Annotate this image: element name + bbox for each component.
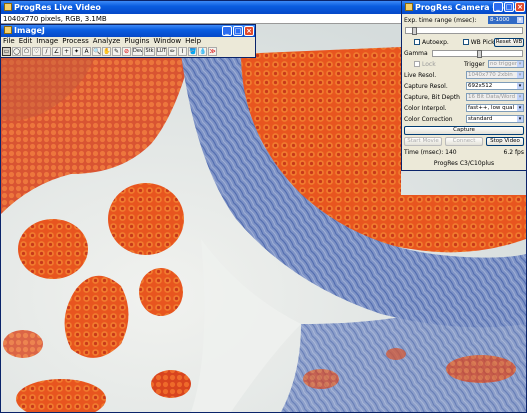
dropdown-arrow-icon: ▾ xyxy=(517,17,523,23)
dev-tool-button[interactable]: Dev xyxy=(132,47,143,56)
color-interpol-row: Color Interpol. fast++, low qual ▾ xyxy=(404,104,524,113)
stop-video-button[interactable]: Stop Video xyxy=(486,137,524,146)
exposure-range-row: Exp. time range (msec): 8-1000 ▾ xyxy=(404,16,524,25)
gamma-label: Gamma xyxy=(404,50,428,57)
imagej-window-controls: _ □ × xyxy=(222,26,254,36)
trigger-row: Lock Trigger no trigger ▾ xyxy=(404,60,524,69)
live-resol-select[interactable]: 1040x770 2xbin ▾ xyxy=(466,71,524,79)
live-resol-label: Live Resol. xyxy=(404,72,437,79)
camera-model-row: ProgRes C3/C10plus xyxy=(404,159,524,168)
pencil-tool-button[interactable]: ✏ xyxy=(168,47,177,56)
capture-button[interactable]: Capture xyxy=(404,126,524,135)
lut-tool-button[interactable]: LUT xyxy=(156,47,167,56)
close-button[interactable]: × xyxy=(244,26,254,36)
autoexp-label: Autoexp. xyxy=(422,39,449,46)
camera-close-button[interactable]: × xyxy=(515,2,525,12)
exposure-slider-thumb[interactable] xyxy=(412,27,417,35)
imagej-titlebar[interactable]: ImageJ xyxy=(1,25,255,37)
menu-edit[interactable]: Edit xyxy=(19,37,33,46)
menu-file[interactable]: File xyxy=(3,37,15,46)
camera-app-icon xyxy=(405,3,413,11)
imagej-window: ImageJ _ □ × File Edit Image Process Ana… xyxy=(0,24,256,58)
dropdown-arrow-icon: ▾ xyxy=(517,94,523,100)
color-correction-row: Color Correction standard ▾ xyxy=(404,115,524,124)
stk-tool-button[interactable]: Stk xyxy=(144,47,155,56)
autoexp-checkbox[interactable] xyxy=(414,39,420,45)
freehand-tool-button[interactable]: ♡ xyxy=(32,47,41,56)
dropper-tool-button[interactable]: 💧 xyxy=(198,47,207,56)
exposure-slider[interactable] xyxy=(405,27,523,35)
exposure-range-label: Exp. time range (msec): xyxy=(404,17,477,24)
imagej-title: ImageJ xyxy=(14,26,45,35)
camera-minimize-button[interactable]: _ xyxy=(493,2,503,12)
imagej-toolbar: ▭ ◯ ⬠ ♡ ∕ ∠ + ✦ A 🔍 ✋ ✎ ⊘ Dev Stk LUT ✏ ⌇ 🪣 💧 ≫ xyxy=(1,46,255,57)
time-readout: Time (msec): 140 xyxy=(404,149,457,156)
wb-pick-label: WB Pick xyxy=(470,39,495,46)
text-tool-button[interactable]: A xyxy=(82,47,91,56)
bit-depth-label: Capture, Bit Depth xyxy=(404,94,460,101)
exposure-range-select[interactable]: 8-1000 ▾ xyxy=(488,16,524,24)
fps-readout: 6.2 fps xyxy=(503,149,525,156)
color-correction-select[interactable]: standard ▾ xyxy=(466,115,524,123)
live-resol-row: Live Resol. 1040x770 2xbin ▾ xyxy=(404,71,524,80)
straight-line-tool-button[interactable]: ∕ xyxy=(42,47,51,56)
white-balance-row: Autoexp. WB Pick Reset WB xyxy=(404,38,524,47)
color-picker-tool-button[interactable]: ✎ xyxy=(112,47,121,56)
wand-tool-button[interactable]: ✦ xyxy=(72,47,81,56)
stop-tool-button[interactable]: ⊘ xyxy=(122,47,131,56)
flood-fill-tool-button[interactable]: 🪣 xyxy=(188,47,197,56)
capture-resol-row: Capture Resol. 692x512 ▾ xyxy=(404,82,524,91)
lock-label: Lock xyxy=(422,61,436,68)
capture-resol-select[interactable]: 692x512 ▾ xyxy=(466,82,524,90)
bit-depth-row: Capture, Bit Depth 16 Bit Data/Word ▾ xyxy=(404,93,524,102)
app-icon xyxy=(4,3,12,11)
menu-analyze[interactable]: Analyze xyxy=(93,37,121,46)
menu-process[interactable]: Process xyxy=(62,37,89,46)
color-correction-label: Color Correction xyxy=(404,116,453,123)
magnifying-glass-tool-button[interactable]: 🔍 xyxy=(92,47,101,56)
scrolling-tool-button[interactable]: ✋ xyxy=(102,47,111,56)
imagej-app-icon xyxy=(4,26,12,34)
imagej-menubar: File Edit Image Process Analyze Plugins … xyxy=(1,37,255,46)
camera-control-window: ProgRes Camera Con... _ □ × Exp. time ra… xyxy=(401,0,527,171)
polygon-tool-button[interactable]: ⬠ xyxy=(22,47,31,56)
status-row: Time (msec): 140 6.2 fps xyxy=(404,148,524,157)
angle-tool-button[interactable]: ∠ xyxy=(52,47,61,56)
oval-tool-button[interactable]: ◯ xyxy=(12,47,21,56)
menu-image[interactable]: Image xyxy=(36,37,58,46)
capture-resol-label: Capture Resol. xyxy=(404,83,448,90)
brush-tool-button[interactable]: ⌇ xyxy=(178,47,187,56)
dropdown-arrow-icon: ▾ xyxy=(517,105,523,111)
wb-pick-checkbox[interactable] xyxy=(462,39,469,45)
menu-plugins[interactable]: Plugins xyxy=(124,37,149,46)
color-interpol-select[interactable]: fast++, low qual ▾ xyxy=(466,104,524,112)
rectangle-tool-button[interactable]: ▭ xyxy=(2,47,11,56)
bit-depth-select[interactable]: 16 Bit Data/Word ▾ xyxy=(466,93,524,101)
trigger-select[interactable]: no trigger ▾ xyxy=(488,60,524,68)
start-movie-button[interactable]: Start Movie xyxy=(404,137,442,146)
menu-window[interactable]: Window xyxy=(153,37,181,46)
live-video-title: ProgRes Live Video xyxy=(14,3,101,12)
dropdown-arrow-icon: ▾ xyxy=(517,116,523,122)
menu-help[interactable]: Help xyxy=(185,37,201,46)
gamma-slider-thumb[interactable] xyxy=(477,50,482,58)
point-tool-button[interactable]: + xyxy=(62,47,71,56)
dropdown-arrow-icon: ▾ xyxy=(517,72,523,78)
dropdown-arrow-icon: ▾ xyxy=(517,61,523,67)
minimize-button[interactable]: _ xyxy=(222,26,232,36)
lock-checkbox[interactable] xyxy=(414,61,420,67)
connect-button[interactable]: Connect xyxy=(445,137,483,146)
camera-model-label: ProgRes C3/C10plus xyxy=(433,160,495,167)
reset-wb-button[interactable]: Reset WB xyxy=(494,38,524,47)
maximize-button[interactable]: □ xyxy=(233,26,243,36)
trigger-label: Trigger xyxy=(464,61,485,68)
dropdown-arrow-icon: ▾ xyxy=(517,83,523,89)
camera-maximize-button[interactable]: □ xyxy=(504,2,514,12)
gamma-slider[interactable] xyxy=(432,50,523,58)
camera-window-controls: _ □ × xyxy=(493,2,525,12)
more-tools-menu[interactable]: ≫ xyxy=(208,47,217,56)
color-interpol-label: Color Interpol. xyxy=(404,105,447,112)
